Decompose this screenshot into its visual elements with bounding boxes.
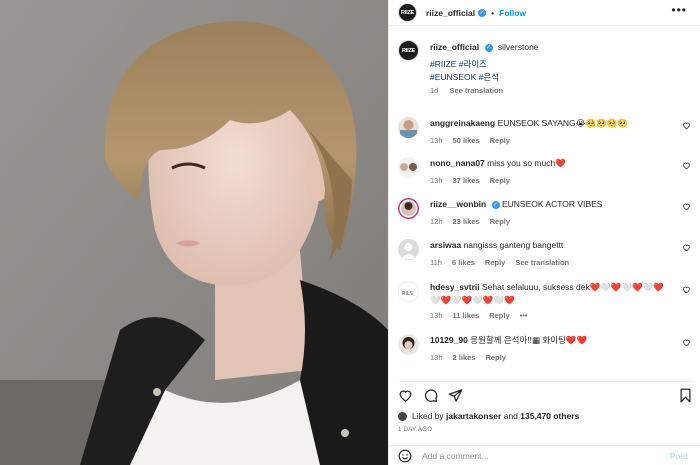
liker-avatar xyxy=(398,411,407,421)
liked-by-others[interactable]: 135,470 others xyxy=(520,411,579,421)
commenter-avatar[interactable]: RILS xyxy=(398,281,419,302)
post-header: RIIZE riize_official ✓ • Follow ••• xyxy=(389,0,700,26)
emoji-icon[interactable] xyxy=(398,449,412,463)
verified-icon: ✓ xyxy=(491,200,500,209)
hashtags[interactable]: #RIIZE #라이즈 #EUNSEOK #은석 xyxy=(430,58,688,84)
comment-username[interactable]: nono_nana07 xyxy=(430,158,485,168)
comment-username[interactable]: anggreinakaeng xyxy=(430,118,495,128)
commenter-avatar[interactable] xyxy=(398,334,419,355)
like-heart-icon[interactable] xyxy=(398,388,413,403)
post-comment-button[interactable]: Post xyxy=(670,451,688,461)
reply-button[interactable]: Reply xyxy=(490,136,510,145)
comment-likes[interactable]: 50 likes xyxy=(453,136,480,145)
see-translation-link[interactable]: See translation xyxy=(515,258,569,267)
comment-age: 13h xyxy=(430,311,443,320)
caption-location: silverstone xyxy=(497,42,539,52)
comment-text: miss you so much❤️ xyxy=(487,158,566,168)
comment-username[interactable]: hdesy_svtrii xyxy=(430,282,480,292)
post-details-panel: RIIZE riize_official ✓ • Follow ••• RIIZ… xyxy=(388,0,700,465)
comment-age: 13h xyxy=(430,176,443,185)
header-username[interactable]: riize_official xyxy=(426,8,475,18)
liked-by-and: and xyxy=(503,411,518,421)
comment-age: 13h xyxy=(430,136,443,145)
more-options-icon[interactable]: ••• xyxy=(671,3,687,17)
comment-text: nangisss ganteng bangettt xyxy=(463,240,564,250)
comment-likes[interactable]: 11 likes xyxy=(453,311,480,320)
like-heart-icon[interactable] xyxy=(682,161,691,170)
reply-button[interactable]: Reply xyxy=(490,217,510,226)
reply-button[interactable]: Reply xyxy=(485,353,505,362)
hashtags-line-2[interactable]: #EUNSEOK #은석 xyxy=(430,71,688,84)
comment-item: 10129_90 응원할께 은석아!!▦ 화이팅❤️❤️ 13h 2 likes R… xyxy=(398,334,691,364)
avatar-text: RIIZE xyxy=(400,9,415,16)
liked-by-prefix: Liked by xyxy=(412,411,444,421)
post-photo[interactable] xyxy=(0,0,388,465)
like-heart-icon[interactable] xyxy=(682,338,691,347)
reply-button[interactable]: Reply xyxy=(490,176,510,185)
see-translation-link[interactable]: See translation xyxy=(449,86,503,95)
comment-age: 13h xyxy=(430,353,443,362)
liked-by-summary[interactable]: Liked by jakartakonser and 135,470 other… xyxy=(398,411,579,421)
commenter-avatar[interactable] xyxy=(398,157,419,178)
post-caption: RIIZE riize_official ✓ silverstone #RIIZ… xyxy=(398,40,688,95)
avatar-image: RILS xyxy=(402,291,413,297)
caption-username[interactable]: riize_official xyxy=(430,42,479,52)
commenter-avatar[interactable] xyxy=(398,117,419,138)
comment-item: RILS hdesy_svtrii Sehat selaluuu, sukses… xyxy=(398,281,691,322)
post-photo-image xyxy=(0,0,388,465)
comment-text-line-2: 🤍❤️🤍❤️🤍❤️🤍❤️ xyxy=(430,295,515,305)
comment-username[interactable]: 10129_90 xyxy=(430,335,468,345)
comment-username[interactable]: riize__wonbin xyxy=(430,199,486,209)
add-comment-bar: Post xyxy=(389,445,700,465)
separator-dot: • xyxy=(491,7,495,18)
avatar-image xyxy=(400,120,417,138)
comment-likes[interactable]: 6 likes xyxy=(452,258,475,267)
comment-likes[interactable]: 37 likes xyxy=(453,176,480,185)
comment-text: 응원할께 은석아!!▦ 화이팅❤️❤️ xyxy=(470,335,588,345)
comment-age: 12h xyxy=(430,217,443,226)
bookmark-icon[interactable] xyxy=(678,388,693,403)
verified-icon: ✓ xyxy=(478,8,487,17)
reply-button[interactable]: Reply xyxy=(489,311,509,320)
comment-text: EUNSEOK SAYANG😭🥺🥺🥺🥺 xyxy=(497,118,628,128)
comment-likes[interactable]: 2 likes xyxy=(453,353,476,362)
share-send-icon[interactable] xyxy=(448,388,463,403)
comment-text: Sehat selaluuu, suksess dek❤️🤍❤️🤍❤️🤍❤️ xyxy=(482,282,664,292)
commenter-avatar[interactable] xyxy=(398,198,419,219)
comment-bubble-icon[interactable] xyxy=(423,388,438,403)
comment-item: nono_nana07 miss you so much❤️ 13h 37 lik… xyxy=(398,157,691,187)
reply-button[interactable]: Reply xyxy=(485,258,505,267)
add-comment-input[interactable] xyxy=(422,450,652,461)
comment-age: 11h xyxy=(430,258,442,267)
comment-text: EUNSEOK ACTOR VIBES xyxy=(501,199,603,209)
verified-icon: ✓ xyxy=(484,43,493,52)
liked-by-user[interactable]: jakartakonser xyxy=(446,411,501,421)
comment-likes[interactable]: 23 likes xyxy=(453,217,480,226)
comment-item: riize__wonbin ✓ EUNSEOK ACTOR VIBES 12h 2… xyxy=(398,198,691,228)
default-avatar-icon xyxy=(401,243,416,259)
hashtags-line-1[interactable]: #RIIZE #라이즈 xyxy=(430,58,688,71)
caption-age: 1d xyxy=(430,86,439,95)
comment-item: anggreinakaeng EUNSEOK SAYANG😭🥺🥺🥺🥺 13h 50… xyxy=(398,117,691,147)
avatar-text: RIIZE xyxy=(401,47,416,54)
commenter-avatar[interactable] xyxy=(398,239,419,260)
avatar-image xyxy=(400,163,417,171)
action-bar xyxy=(398,381,693,405)
avatar-image xyxy=(399,199,418,218)
comment-username[interactable]: arsiwaa xyxy=(430,240,461,250)
caption-avatar[interactable]: RIIZE xyxy=(398,40,419,61)
like-heart-icon[interactable] xyxy=(682,285,691,294)
profile-avatar[interactable]: RIIZE xyxy=(398,3,417,22)
svg-text:RILS: RILS xyxy=(402,291,413,297)
comment-more-options[interactable]: ••• xyxy=(520,311,528,320)
avatar-image xyxy=(402,337,415,349)
follow-button[interactable]: Follow xyxy=(499,8,526,18)
like-heart-icon[interactable] xyxy=(682,121,691,130)
like-heart-icon[interactable] xyxy=(682,202,691,211)
post-date[interactable]: 1 DAY AGO xyxy=(398,427,432,433)
like-heart-icon[interactable] xyxy=(682,243,691,252)
comment-item: arsiwaa nangisss ganteng bangettt 11h 6 l… xyxy=(398,239,691,269)
